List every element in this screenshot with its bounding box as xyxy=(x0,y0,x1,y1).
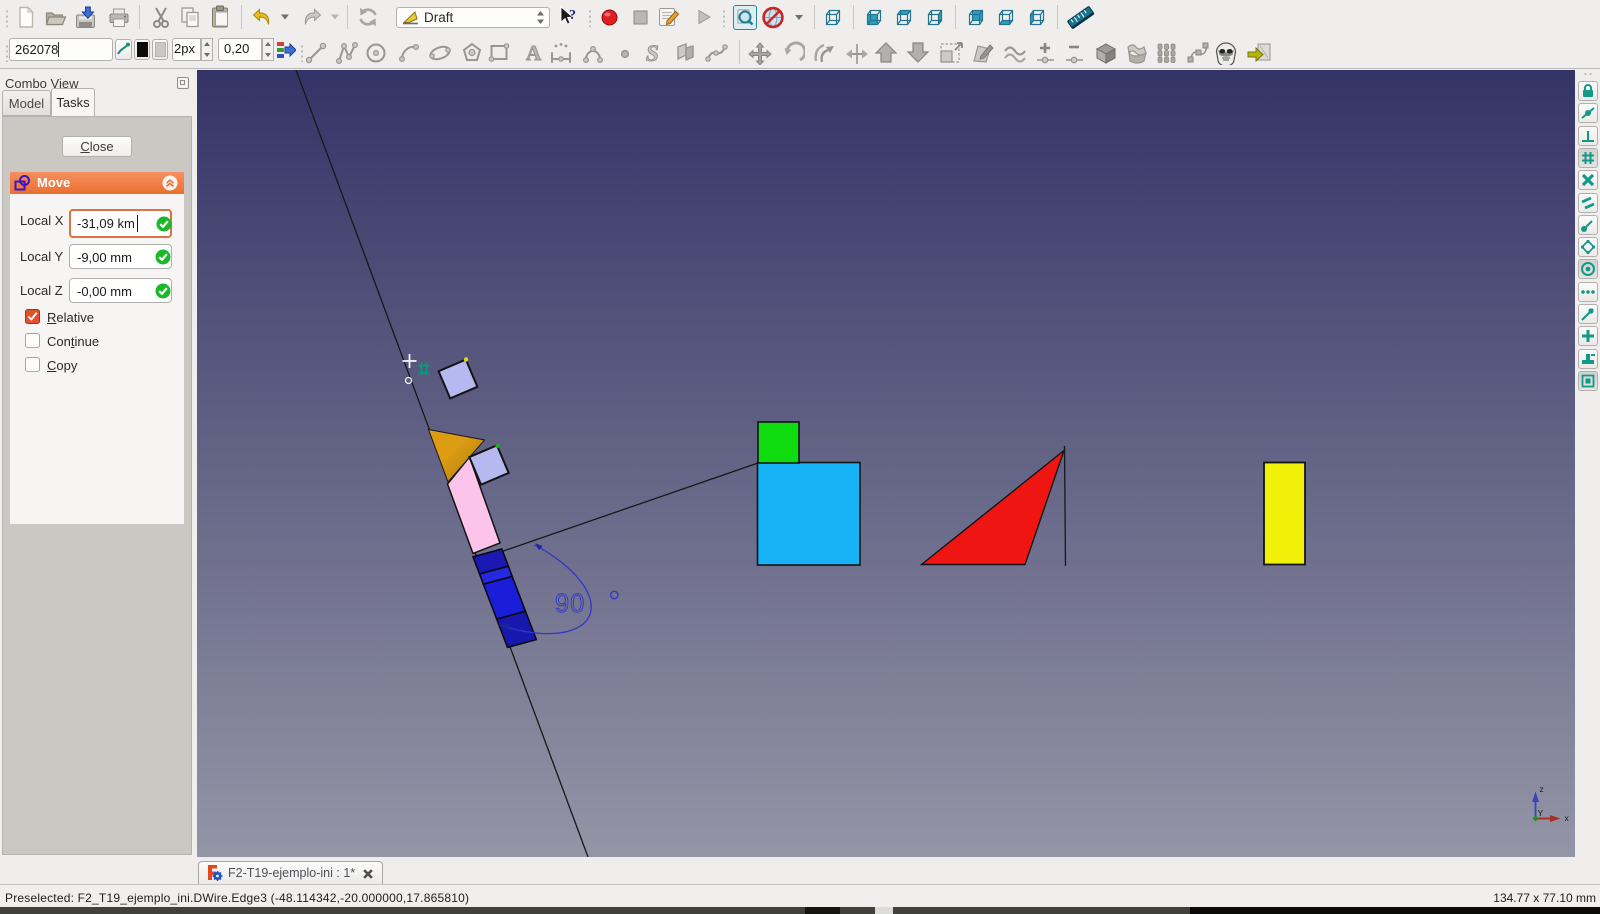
svg-text:A: A xyxy=(526,41,542,65)
svg-text:S: S xyxy=(646,41,659,65)
svg-text:x: x xyxy=(1565,813,1570,823)
svg-text:?: ? xyxy=(569,8,576,23)
svg-text:Y: Y xyxy=(1538,808,1544,818)
svg-text:z: z xyxy=(1540,784,1544,794)
svg-text:90: 90 xyxy=(555,590,585,618)
